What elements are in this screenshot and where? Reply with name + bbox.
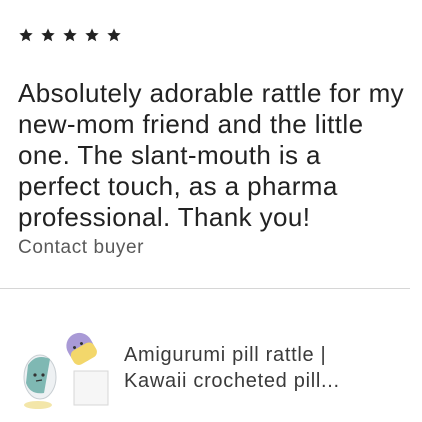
star-rating	[18, 27, 122, 43]
product-title-line2: Kawaii crocheted pill...	[124, 370, 340, 392]
product-thumbnail[interactable]	[18, 325, 112, 411]
contact-buyer-link[interactable]: Contact buyer	[18, 237, 144, 259]
star-icon	[62, 27, 78, 43]
review-text: Absolutely adorable rattle for my new-mo…	[18, 78, 405, 232]
divider	[0, 288, 410, 289]
star-icon	[84, 27, 100, 43]
star-icon	[18, 27, 34, 43]
star-icon	[106, 27, 122, 43]
star-icon	[40, 27, 56, 43]
product-title[interactable]: Amigurumi pill rattle | Kawaii crocheted…	[124, 342, 414, 394]
product-link[interactable]: Amigurumi pill rattle | Kawaii crocheted…	[18, 325, 414, 411]
product-title-line1: Amigurumi pill rattle |	[124, 344, 327, 366]
